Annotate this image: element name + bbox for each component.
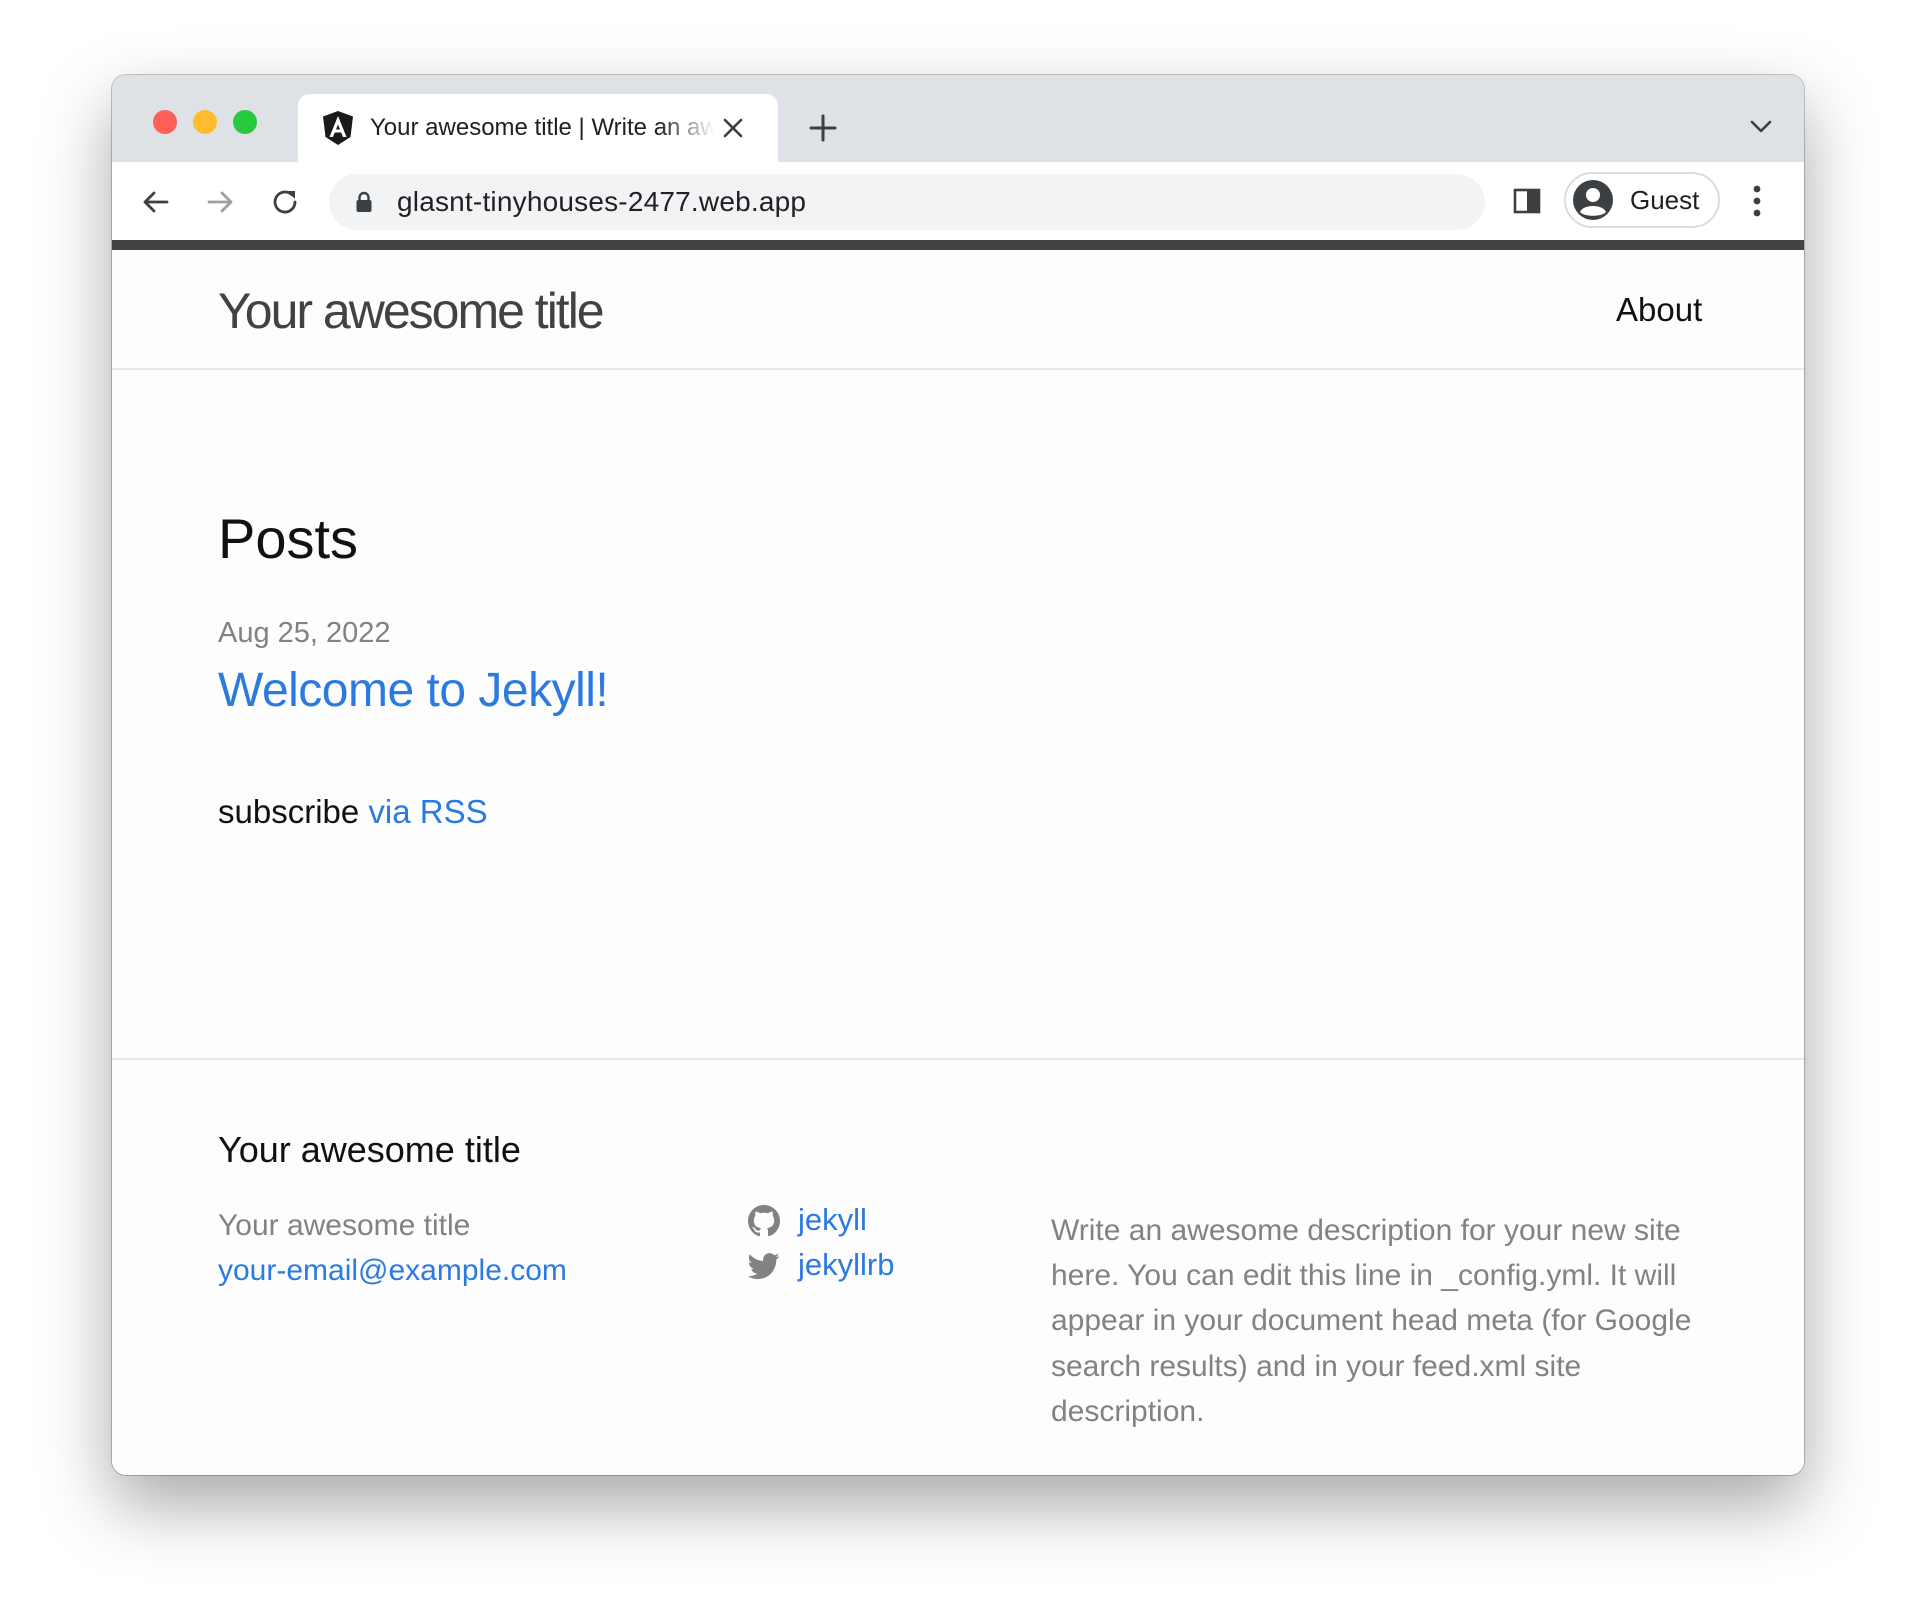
post-date: Aug 25, 2022 (218, 617, 391, 649)
reload-icon[interactable] (269, 186, 301, 218)
minimize-window-button[interactable] (193, 110, 217, 134)
side-panel-icon[interactable] (1512, 186, 1542, 216)
site-footer: Your awesome title Your awesome title yo… (112, 1058, 1804, 1475)
profile-button[interactable]: Guest (1564, 172, 1720, 228)
nav-link-about[interactable]: About (1616, 290, 1702, 330)
close-window-button[interactable] (153, 110, 177, 134)
tab-title: Your awesome title | Write an awesome de… (370, 114, 715, 141)
twitter-username: jekyllrb (798, 1247, 895, 1282)
footer-heading: Your awesome title (218, 1129, 521, 1170)
footer-site-name: Your awesome title (218, 1209, 471, 1242)
rss-subscribe: subscribe via RSS (218, 792, 488, 832)
main-content: Posts Aug 25, 2022 Welcome to Jekyll! su… (112, 370, 1804, 1058)
new-tab-icon[interactable] (808, 113, 838, 143)
page-top-border (112, 240, 1804, 250)
chevron-down-icon[interactable] (1749, 119, 1773, 135)
profile-label: Guest (1630, 185, 1700, 215)
site-description: Write an awesome description for your ne… (1051, 1214, 1692, 1428)
url-text[interactable]: glasnt-tinyhouses-2477.web.app (397, 186, 806, 218)
browser-toolbar: glasnt-tinyhouses-2477.web.app Guest (112, 162, 1804, 240)
more-menu-icon[interactable] (1752, 184, 1762, 218)
tab-close-icon[interactable] (722, 117, 744, 139)
site-title-link[interactable]: Your awesome title (218, 282, 605, 340)
browser-window: Your awesome title | Write an awesome de… (112, 75, 1804, 1475)
posts-heading: Posts (218, 507, 359, 570)
post-title-link[interactable]: Welcome to Jekyll! (218, 662, 609, 720)
github-username: jekyll (798, 1202, 867, 1237)
tab-strip: Your awesome title | Write an awesome de… (112, 75, 1804, 162)
github-icon (748, 1205, 780, 1237)
site-header: Your awesome title About (112, 250, 1804, 370)
zoom-window-button[interactable] (233, 110, 257, 134)
rss-link[interactable]: via RSS (368, 793, 487, 830)
avatar-icon (1573, 180, 1613, 220)
rss-subscribe-text: subscribe (218, 793, 360, 830)
active-tab[interactable]: Your awesome title | Write an awesome de… (298, 94, 778, 162)
footer-email-link[interactable]: your-email@example.com (218, 1253, 567, 1289)
forward-arrow-icon[interactable] (204, 186, 236, 218)
twitter-icon (748, 1253, 780, 1280)
back-arrow-icon[interactable] (140, 186, 172, 218)
angular-favicon-icon (323, 111, 353, 145)
address-bar[interactable]: glasnt-tinyhouses-2477.web.app (329, 174, 1485, 230)
lock-icon[interactable] (355, 191, 373, 213)
